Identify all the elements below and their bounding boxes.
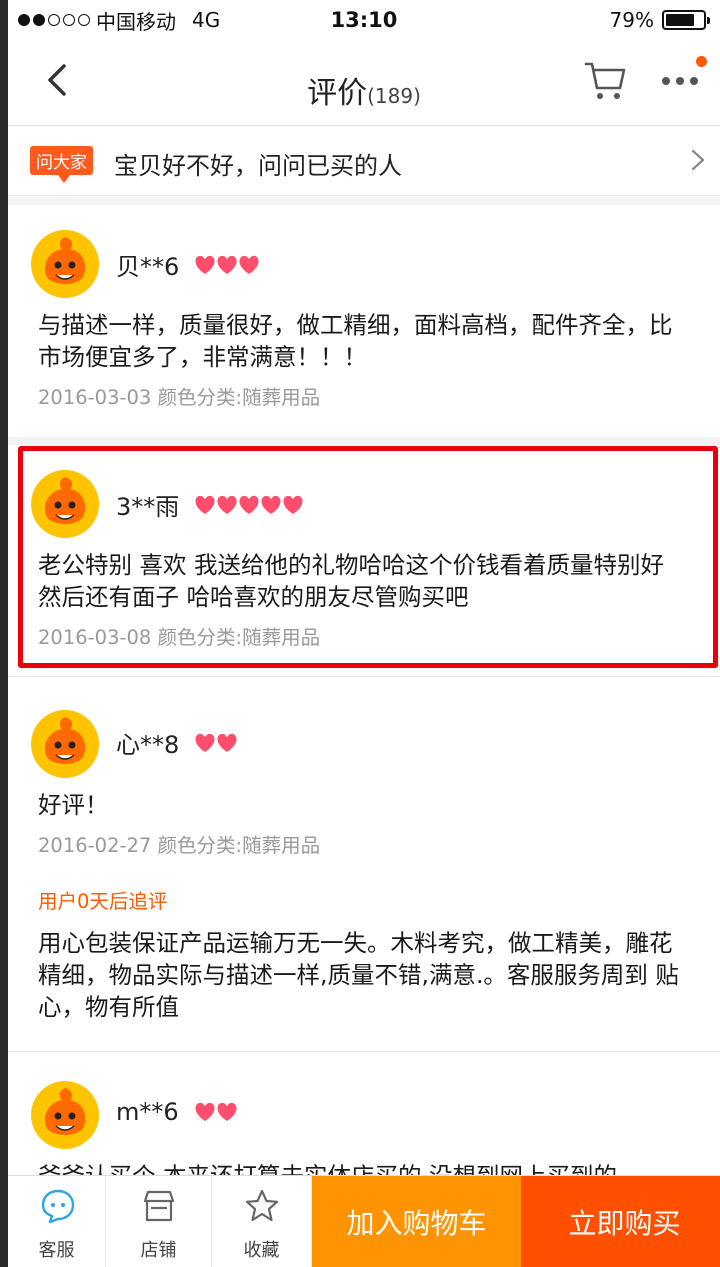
review-item: m**6 爷爷认买个 本来还打算去实体店买的 没想到网上买到的 [8, 1052, 720, 1175]
star-icon [245, 1189, 279, 1222]
app-screen: 中国移动 4G 13:10 79% 评价(189) 问大家 宝贝好不好，问问已买… [0, 0, 720, 1267]
status-bar: 中国移动 4G 13:10 79% [8, 0, 720, 40]
service-label: 客服 [38, 1240, 75, 1261]
review-user: m**6 [116, 1098, 237, 1126]
review-user: 贝**6 [116, 247, 259, 282]
chevron-right-icon [691, 149, 705, 171]
heart-icon [217, 1102, 237, 1121]
review-count: (189) [367, 84, 421, 108]
page-title-text: 评价 [307, 76, 368, 111]
add-to-cart-button[interactable]: 加入购物车 [312, 1176, 521, 1267]
more-icon[interactable] [660, 74, 700, 88]
store-label: 店铺 [140, 1240, 177, 1261]
status-right: 79% [609, 8, 710, 32]
section-gap [8, 437, 720, 445]
review-item: 心**8 好评！ 2016-02-27 颜色分类:随葬用品 用户0天后追评 用心… [8, 677, 720, 1051]
heart-icon [217, 733, 237, 752]
heart-rating [193, 733, 237, 753]
review-meta: 2016-03-03 颜色分类:随葬用品 [38, 386, 321, 409]
highlight-box [18, 446, 718, 668]
section-gap [8, 197, 720, 205]
notification-dot [696, 56, 707, 67]
avatar-icon[interactable] [30, 1080, 100, 1150]
service-tab[interactable]: 客服 [8, 1176, 106, 1267]
review-content: 与描述一样，质量很好，做工精细，面料高档，配件齐全，比市场便宜多了，非常满意！！… [38, 311, 673, 371]
cart-icon[interactable] [582, 58, 628, 102]
ask-tag: 问大家 [30, 146, 93, 183]
heart-icon [195, 1102, 215, 1121]
heart-rating [193, 255, 259, 275]
review-user: 心**8 [116, 725, 237, 760]
review-item: 贝**6 与描述一样，质量很好，做工精细，面料高档，配件齐全，比市场便宜多了，非… [8, 205, 720, 437]
review-content: 爷爷认买个 本来还打算去实体店买的 没想到网上买到的 [38, 1160, 686, 1175]
battery-icon [662, 10, 710, 30]
buy-now-button[interactable]: 立即购买 [521, 1176, 720, 1267]
ask-text: 宝贝好不好，问问已买的人 [114, 152, 402, 180]
service-icon [41, 1189, 75, 1224]
store-icon [143, 1190, 175, 1222]
store-tab[interactable]: 店铺 [106, 1176, 212, 1267]
review-username: 心**8 [116, 731, 180, 759]
review-content: 好评！ [38, 791, 109, 819]
review-meta: 2016-02-27 颜色分类:随葬用品 [38, 834, 321, 857]
ask-everyone-bar[interactable]: 问大家 宝贝好不好，问问已买的人 [8, 126, 720, 196]
heart-icon [239, 255, 259, 274]
avatar-icon[interactable] [30, 709, 100, 779]
nav-bar: 评价(189) [8, 40, 720, 126]
heart-icon [217, 255, 237, 274]
heart-icon [195, 733, 215, 752]
battery-percent: 79% [609, 8, 654, 32]
follow-up-content: 用心包装保证产品运输万无一失。木料考究，做工精美，雕花精细，物品实际与描述一样,… [38, 929, 679, 1021]
review-username: m**6 [116, 1098, 179, 1126]
bottom-action-bar: 客服 店铺 收藏 加入购物车 立即购买 [8, 1175, 720, 1267]
avatar-icon[interactable] [30, 229, 100, 299]
favorite-label: 收藏 [243, 1240, 280, 1261]
review-username: 贝**6 [116, 253, 180, 281]
heart-icon [195, 255, 215, 274]
favorite-tab[interactable]: 收藏 [212, 1176, 312, 1267]
heart-rating [193, 1102, 237, 1122]
follow-up-label: 用户0天后追评 [38, 890, 168, 913]
